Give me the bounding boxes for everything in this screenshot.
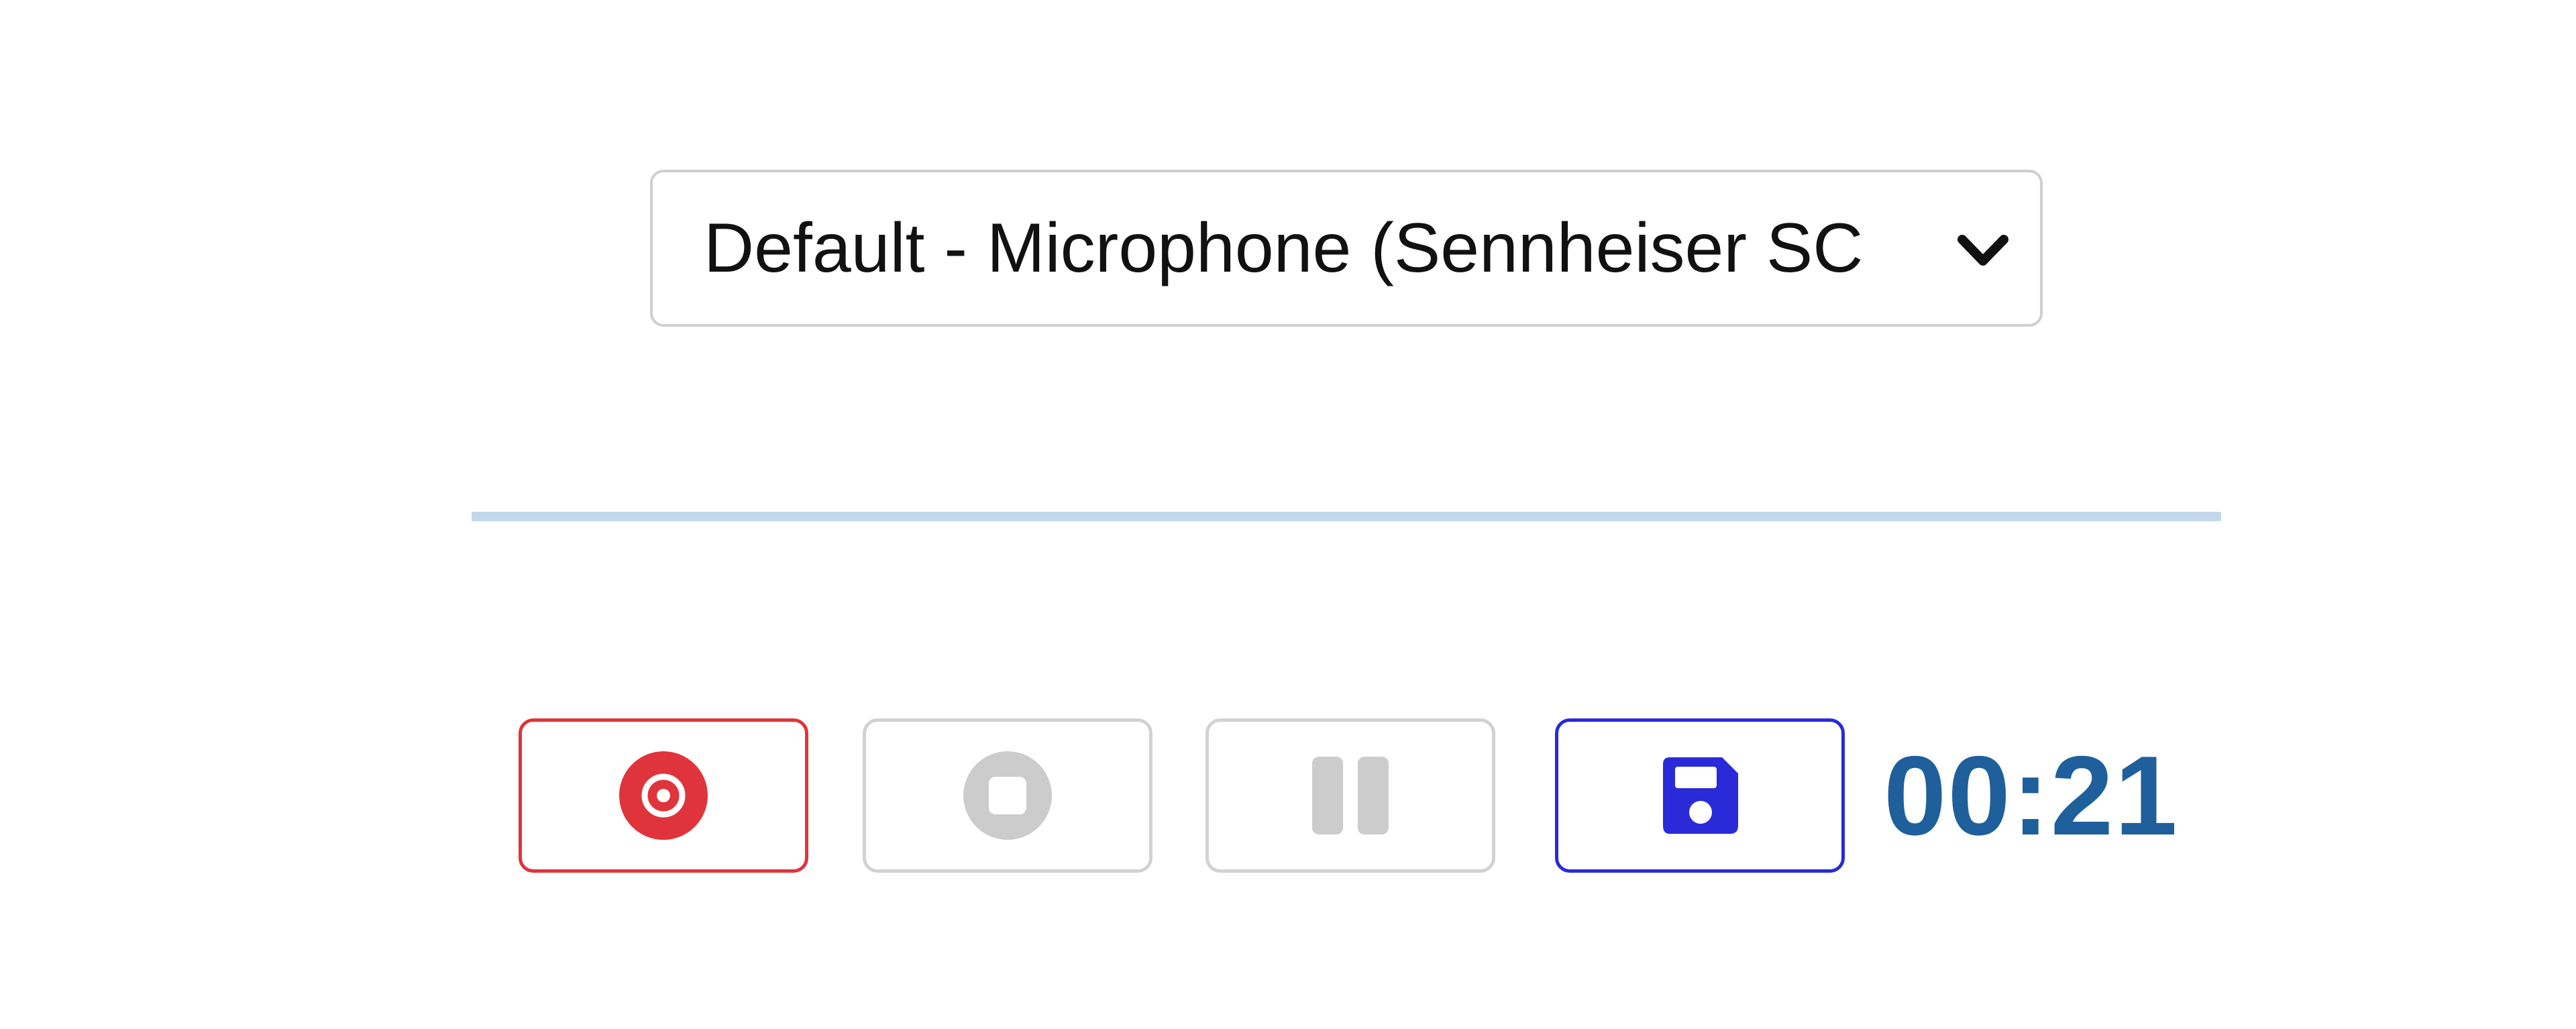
- section-divider: [472, 512, 2221, 521]
- microphone-select[interactable]: Default - Microphone (Sennheiser SC 160 …: [650, 170, 2043, 327]
- stop-button[interactable]: [863, 718, 1152, 873]
- stop-icon: [963, 751, 1052, 840]
- microphone-select-value: Default - Microphone (Sennheiser SC 160 …: [704, 209, 1884, 287]
- recording-timer: 00:21: [1884, 733, 2179, 859]
- chevron-down-icon: [1957, 235, 2008, 266]
- record-icon: [619, 751, 708, 840]
- pause-icon: [1312, 757, 1389, 834]
- pause-button[interactable]: [1205, 718, 1495, 873]
- floppy-disk-icon: [1663, 757, 1738, 834]
- save-button[interactable]: [1555, 718, 1845, 873]
- record-button[interactable]: [519, 718, 808, 873]
